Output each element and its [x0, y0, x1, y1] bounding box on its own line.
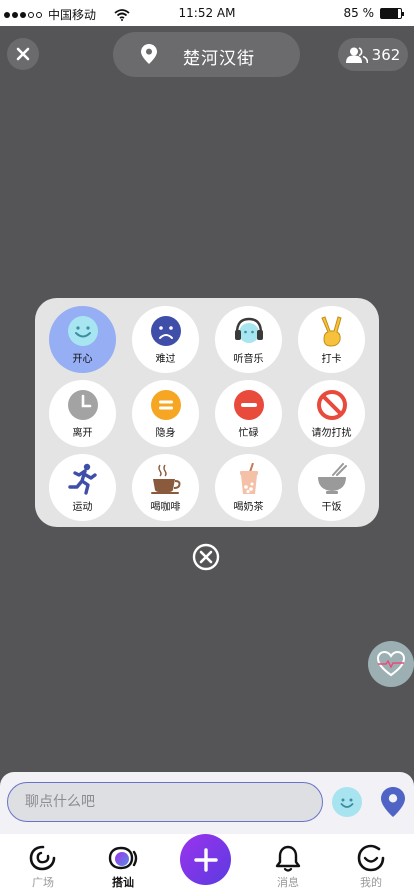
close-button[interactable] [7, 38, 39, 70]
battery-icon [380, 7, 404, 19]
running-icon [67, 463, 99, 495]
location-pin-icon [141, 44, 157, 64]
equals-icon [150, 389, 182, 421]
location-selector[interactable]: 楚河汉街 [113, 32, 300, 77]
chat-input[interactable] [7, 782, 323, 822]
status-option-label: 忙碌 [238, 427, 259, 439]
people-icon [345, 46, 368, 63]
emoji-icon [340, 798, 354, 808]
coffee-icon [150, 463, 182, 495]
chat-bubble-icon [108, 846, 138, 870]
no-entry-icon [316, 389, 348, 421]
status-option-eating[interactable]: 干饭 [298, 454, 365, 521]
share-location-button[interactable] [380, 787, 406, 817]
battery-level [381, 8, 398, 18]
people-count: 362 [371, 45, 401, 64]
status-bar: 中国移动 11:52 AM 85 % [0, 0, 414, 26]
status-option-label: 开心 [72, 353, 93, 365]
status-option-label: 打卡 [321, 353, 342, 365]
status-option-label: 听音乐 [233, 353, 264, 365]
status-option-busy[interactable]: 忙碌 [215, 380, 282, 447]
sad-face-icon [150, 315, 182, 347]
tab-messages[interactable]: 消息 [258, 844, 318, 890]
status-option-label: 喝咖啡 [150, 501, 181, 513]
status-option-label: 难过 [155, 353, 176, 365]
smile-icon [67, 315, 99, 347]
status-option-label: 隐身 [155, 427, 176, 439]
bubble-tea-icon [233, 462, 265, 495]
clock-icon [67, 389, 99, 421]
status-option-sad[interactable]: 难过 [132, 306, 199, 373]
tab-label: 广场 [32, 876, 54, 889]
create-post-button[interactable] [180, 834, 231, 885]
victory-hand-icon [316, 315, 348, 347]
status-option-dnd[interactable]: 请勿打扰 [298, 380, 365, 447]
plus-icon [193, 847, 218, 872]
battery-percent: 85 % [343, 6, 375, 20]
online-people-button[interactable]: 362 [338, 38, 408, 71]
status-option-music[interactable]: 听音乐 [215, 306, 282, 373]
status-option-label: 干饭 [321, 501, 342, 513]
status-option-coffee[interactable]: 喝咖啡 [132, 454, 199, 521]
status-option-label: 离开 [72, 427, 93, 439]
status-option-label: 喝奶茶 [233, 501, 264, 513]
chat-input-bar [0, 772, 414, 834]
status-option-checkin[interactable]: 打卡 [298, 306, 365, 373]
plaza-icon [29, 845, 56, 871]
tab-chat-up[interactable]: 搭讪 [93, 844, 153, 890]
status-option-milk-tea[interactable]: 喝奶茶 [215, 454, 282, 521]
tab-label: 我的 [360, 876, 382, 889]
tab-profile[interactable]: 我的 [341, 844, 401, 890]
rice-bowl-icon [316, 462, 348, 495]
profile-smile-icon [357, 844, 385, 872]
heartbeat-button[interactable] [368, 641, 414, 687]
tab-plaza[interactable]: 广场 [13, 844, 73, 890]
status-option-exercise[interactable]: 运动 [49, 454, 116, 521]
bell-icon [275, 845, 301, 872]
close-panel-button[interactable] [192, 543, 220, 571]
headphones-icon [233, 315, 265, 347]
location-pin-icon [381, 787, 405, 817]
status-option-label: 运动 [72, 501, 93, 513]
status-panel: 开心 难过 听音乐 打卡 离开 隐身 忙碌 请勿打扰 运动 喝咖啡 喝奶茶 干饭 [35, 298, 379, 527]
heartbeat-icon [377, 651, 405, 677]
tab-label: 搭讪 [112, 876, 134, 889]
status-option-away[interactable]: 离开 [49, 380, 116, 447]
minus-icon [233, 389, 265, 421]
tab-label: 消息 [277, 876, 299, 889]
emoji-button[interactable] [332, 787, 362, 817]
close-icon [16, 47, 30, 61]
status-option-invisible[interactable]: 隐身 [132, 380, 199, 447]
status-option-happy[interactable]: 开心 [49, 306, 116, 373]
status-option-label: 请勿打扰 [311, 427, 352, 439]
location-title: 楚河汉街 [183, 49, 255, 69]
